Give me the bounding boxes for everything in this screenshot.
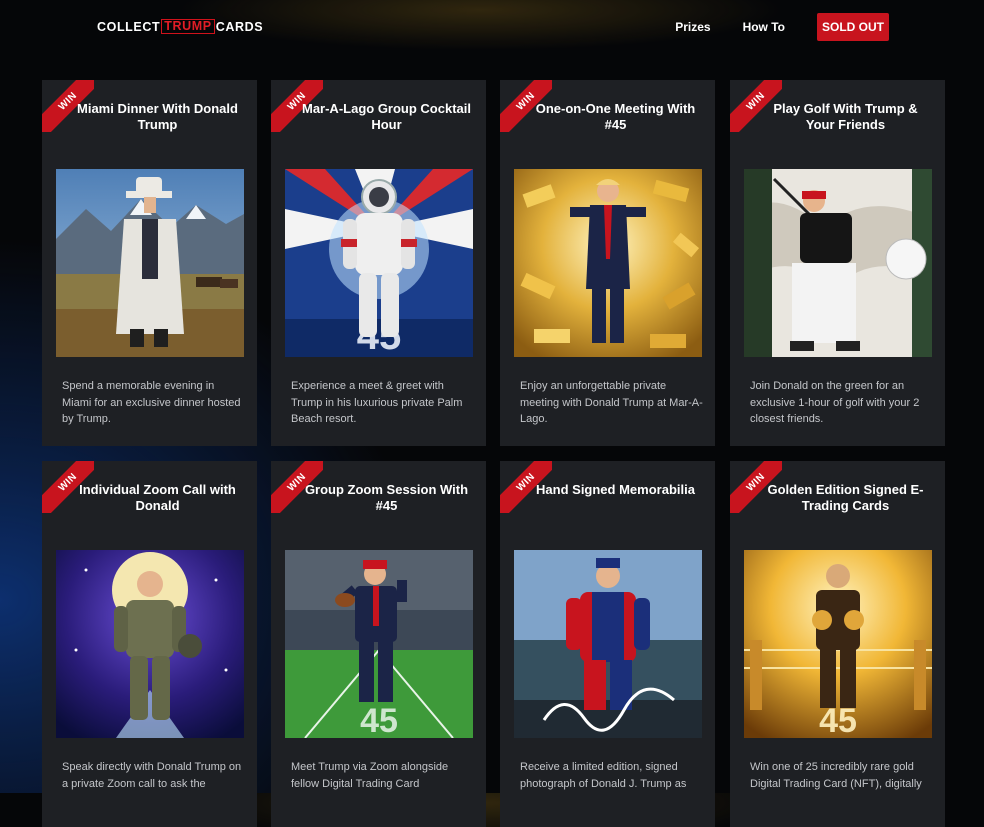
gold-boxer-image: 45 [744,550,932,738]
svg-text:45: 45 [360,702,398,738]
cowboy-landscape-image [56,169,244,357]
prize-description: Spend a memorable evening in Miami for a… [62,380,241,425]
prize-title: One-on-One Meeting With #45 [535,101,696,132]
nav-link-how-to[interactable]: How To [743,20,785,34]
logo-text-collect: COLLECT [97,19,161,34]
prize-description: Receive a limited edition, signed photog… [520,761,687,790]
prize-title: Play Golf With Trump & Your Friends [773,101,918,132]
nav-link-prizes[interactable]: Prizes [675,20,710,34]
prize-title: Hand Signed Memorabilia [536,482,695,497]
main-nav: Prizes How To SOLD OUT [675,13,889,41]
football-stadium-image: 45 [285,550,473,738]
pilot-moon-image [56,550,244,738]
sold-out-button[interactable]: SOLD OUT [817,13,889,41]
prize-card-golden-edition[interactable]: WIN Golden Edition Signed E-Trading Card… [730,461,945,827]
golfer-image [744,169,932,357]
prize-description: Enjoy an unforgettable private meeting w… [520,380,703,425]
prize-title: Group Zoom Session With #45 [304,482,469,513]
prize-card-golf[interactable]: WIN Play Golf With Trump & Your Friends … [730,80,945,446]
site-header: COLLECT TRUMP CARDS Prizes How To SOLD O… [0,0,984,60]
prize-card-group-zoom[interactable]: WIN Group Zoom Session With #45 45 Meet … [271,461,486,827]
prize-title: Golden Edition Signed E-Trading Cards [767,482,924,513]
prize-description: Meet Trump via Zoom alongside fellow Dig… [291,761,449,790]
logo-text-cards: CARDS [215,19,264,34]
prize-title: Mar-A-Lago Group Cocktail Hour [301,101,471,132]
prize-card-miami-dinner[interactable]: WIN Miami Dinner With Donald Trump Spend… [42,80,257,446]
prize-card-zoom-call[interactable]: WIN Individual Zoom Call with Donald Spe… [42,461,257,827]
prize-description: Speak directly with Donald Trump on a pr… [62,761,242,790]
prize-title: Miami Dinner With Donald Trump [77,101,238,132]
astronaut-image: 45 [285,169,473,357]
prize-description: Experience a meet & greet with Trump in … [291,380,463,425]
prize-description: Win one of 25 incredibly rare gold Digit… [750,761,922,790]
prize-card-one-on-one[interactable]: WIN One-on-One Meeting With #45 Enjoy an… [500,80,715,446]
race-driver-image [514,550,702,738]
prize-description: Join Donald on the green for an exclusiv… [750,380,920,425]
logo-text-trump: TRUMP [161,19,215,34]
prize-card-cocktail-hour[interactable]: WIN Mar-A-Lago Group Cocktail Hour 45 Ex… [271,80,486,446]
site-logo[interactable]: COLLECT TRUMP CARDS [97,19,263,34]
prize-card-memorabilia[interactable]: WIN Hand Signed Memorabilia Receive a li… [500,461,715,827]
prize-title: Individual Zoom Call with Donald [79,482,236,513]
gold-bars-image [514,169,702,357]
